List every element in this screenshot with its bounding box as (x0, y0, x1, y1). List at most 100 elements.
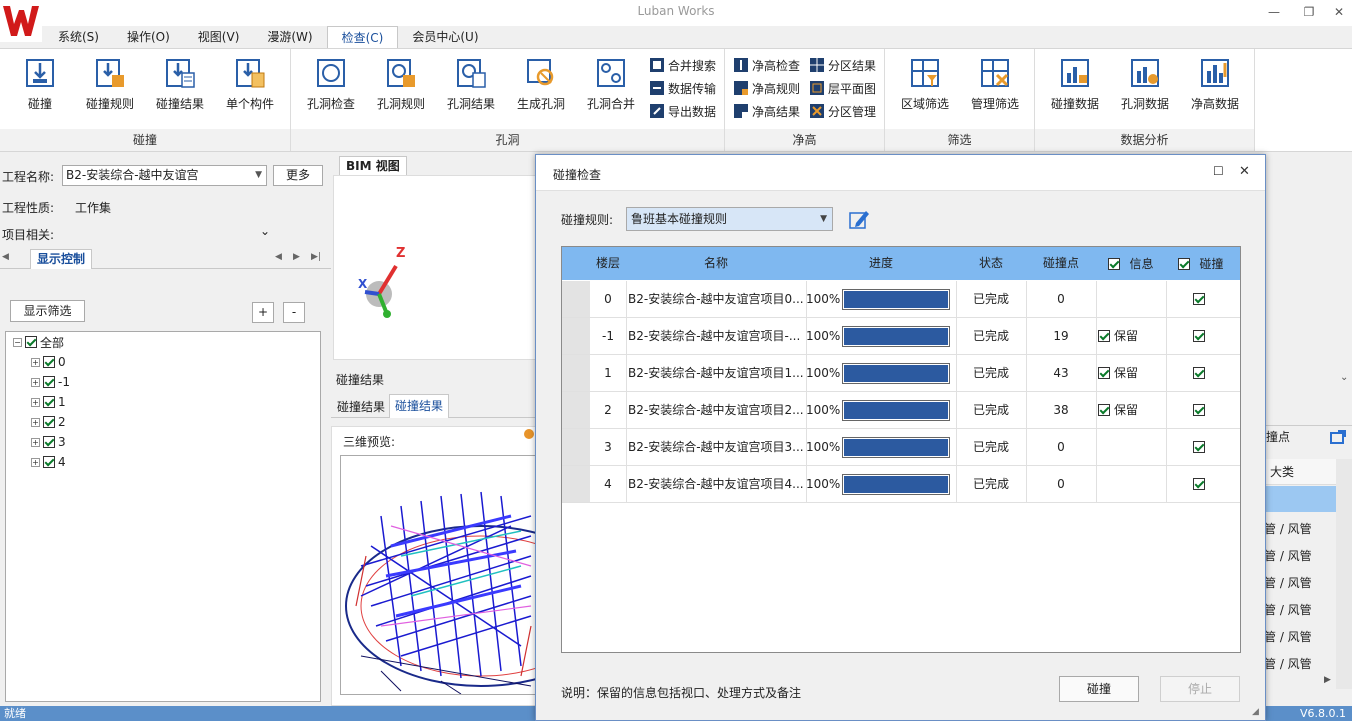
more-button[interactable]: 更多 (273, 165, 323, 186)
collapse-all-button[interactable]: - (283, 302, 305, 323)
col-points[interactable]: 碰撞点 (1026, 247, 1096, 280)
expand-icon[interactable]: + (31, 437, 40, 447)
generate-hole-button[interactable]: 生成孔洞 (509, 57, 573, 112)
col-progress[interactable]: 进度 (806, 247, 956, 280)
row-info-checkbox[interactable] (1098, 367, 1110, 379)
tree-item-all[interactable]: − 全部 (13, 333, 64, 351)
tab-last-icon[interactable]: ▶| (311, 252, 321, 262)
row-info-checkbox[interactable] (1098, 404, 1110, 416)
row-info-checkbox[interactable] (1098, 330, 1110, 342)
menu-check[interactable]: 检查(C) (326, 26, 399, 48)
maximize-icon[interactable]: ☐ (1213, 164, 1224, 178)
col-name[interactable]: 名称 (626, 247, 806, 280)
expand-icon[interactable]: + (31, 357, 40, 367)
collide-button[interactable]: 碰撞 (1059, 676, 1139, 702)
tab-collision-result-1[interactable]: 碰撞结果 (333, 398, 389, 415)
table-row[interactable]: 3 B2-安装综合-越中友谊宫项目3... 100% 已完成 0 (562, 429, 1240, 466)
row-collide-checkbox[interactable] (1193, 293, 1205, 305)
tree-item-floor[interactable]: + 4 (31, 453, 66, 471)
col-collide[interactable]: 碰撞 (1166, 247, 1236, 280)
table-row[interactable]: -1 B2-安装综合-越中友谊宫项目-... 100% 已完成 19 保留 (562, 318, 1240, 355)
resize-grip-icon[interactable]: ◢ (1252, 707, 1259, 717)
table-row[interactable]: 4 B2-安装综合-越中友谊宫项目4... 100% 已完成 0 (562, 466, 1240, 503)
restore-button[interactable]: ❐ (1295, 2, 1323, 22)
tree-item-floor[interactable]: + 1 (31, 393, 66, 411)
rule-select[interactable]: 鲁班基本碰撞规则 ▼ (626, 207, 833, 231)
dialog-close-icon[interactable]: ✕ (1239, 164, 1250, 179)
three-d-preview[interactable] (340, 455, 536, 695)
list-item[interactable]: 管 / 风管 (1264, 543, 1312, 569)
area-filter-button[interactable]: 区域筛选 (893, 57, 957, 112)
hole-result-button[interactable]: 孔洞结果 (439, 57, 503, 112)
menu-member[interactable]: 会员中心(U) (398, 26, 492, 48)
expand-all-button[interactable]: + (252, 302, 274, 323)
collapse-icon[interactable]: − (13, 337, 22, 347)
row-collide-checkbox[interactable] (1193, 367, 1205, 379)
menu-view[interactable]: 视图(V) (184, 26, 254, 48)
vertical-scrollbar[interactable] (1336, 459, 1352, 689)
floor-plan-button[interactable]: 层平面图 (809, 78, 876, 98)
row-header[interactable] (562, 281, 590, 317)
header-checkbox[interactable] (1108, 257, 1121, 270)
chevron-down-icon[interactable]: ⌄ (1340, 372, 1348, 383)
collision-data-button[interactable]: 碰撞数据 (1043, 57, 1107, 112)
project-name-combo[interactable]: B2-安装综合-越中友谊宫 ▼ (62, 165, 267, 186)
scroll-right-icon[interactable]: ▶ (1324, 675, 1331, 685)
list-item[interactable]: 管 / 风管 (1264, 624, 1312, 650)
minimize-button[interactable]: — (1260, 2, 1288, 22)
row-collide-checkbox[interactable] (1193, 404, 1205, 416)
hole-merge-button[interactable]: 孔洞合并 (579, 57, 643, 112)
row-header[interactable] (562, 392, 590, 428)
tab-next-icon[interactable]: ▶ (293, 252, 300, 262)
expand-chevron-icon[interactable]: ⌄ (260, 224, 270, 238)
edit-rule-icon[interactable] (848, 208, 870, 230)
zone-result-button[interactable]: 分区结果 (809, 55, 876, 75)
tree-item-floor[interactable]: + 0 (31, 353, 66, 371)
collision-button[interactable]: 碰撞 (8, 57, 72, 112)
clearance-result-button[interactable]: 净高结果 (733, 101, 800, 121)
table-row[interactable]: 2 B2-安装综合-越中友谊宫项目2... 100% 已完成 38 保留 (562, 392, 1240, 429)
tree-item-floor[interactable]: + 2 (31, 413, 66, 431)
clearance-check-button[interactable]: 净高检查 (733, 55, 800, 75)
clearance-rule-button[interactable]: 净高规则 (733, 78, 800, 98)
tree-checkbox[interactable] (43, 456, 55, 468)
tree-checkbox[interactable] (43, 416, 55, 428)
clearance-data-button[interactable]: 净高数据 (1183, 57, 1247, 112)
col-status[interactable]: 状态 (956, 247, 1026, 280)
list-item[interactable]: 管 / 风管 (1264, 516, 1312, 542)
expand-icon[interactable]: + (31, 417, 40, 427)
expand-icon[interactable]: + (31, 377, 40, 387)
expand-icon[interactable]: + (31, 457, 40, 467)
bim-viewport[interactable]: Z X (333, 175, 536, 360)
tree-checkbox[interactable] (43, 396, 55, 408)
tab-scroll-left-icon[interactable]: ◀ (2, 252, 9, 262)
menu-system[interactable]: 系统(S) (44, 26, 113, 48)
col-info[interactable]: 信息 (1096, 247, 1166, 280)
list-item[interactable]: 管 / 风管 (1264, 651, 1312, 677)
row-collide-checkbox[interactable] (1193, 441, 1205, 453)
merge-search-button[interactable]: 合并搜索 (649, 55, 716, 75)
hole-check-button[interactable]: 孔洞检查 (299, 57, 363, 112)
menu-roam[interactable]: 漫游(W) (253, 26, 326, 48)
row-header[interactable] (562, 355, 590, 391)
menu-operation[interactable]: 操作(O) (113, 26, 184, 48)
tab-bim-view[interactable]: BIM 视图 (339, 156, 407, 175)
display-filter-button[interactable]: 显示筛选 (10, 300, 85, 322)
tree-item-floor[interactable]: + 3 (31, 433, 66, 451)
tree-checkbox[interactable] (43, 436, 55, 448)
tab-display-control[interactable]: 显示控制 (30, 249, 93, 269)
data-transfer-button[interactable]: 数据传输 (649, 78, 716, 98)
list-item[interactable]: 管 / 风管 (1264, 597, 1312, 623)
tree-checkbox[interactable] (43, 376, 55, 388)
list-item[interactable]: 管 / 风管 (1264, 570, 1312, 596)
row-header[interactable] (562, 318, 590, 354)
expand-icon[interactable]: + (31, 397, 40, 407)
row-header[interactable] (562, 466, 590, 502)
zone-manage-button[interactable]: 分区管理 (809, 101, 876, 121)
close-button[interactable]: ✕ (1325, 2, 1352, 22)
tab-prev-icon[interactable]: ◀ (275, 252, 282, 262)
export-icon[interactable] (1330, 430, 1346, 444)
col-floor[interactable]: 楼层 (590, 247, 626, 280)
table-row[interactable]: 1 B2-安装综合-越中友谊宫项目1... 100% 已完成 43 保留 (562, 355, 1240, 392)
tree-checkbox[interactable] (43, 356, 55, 368)
